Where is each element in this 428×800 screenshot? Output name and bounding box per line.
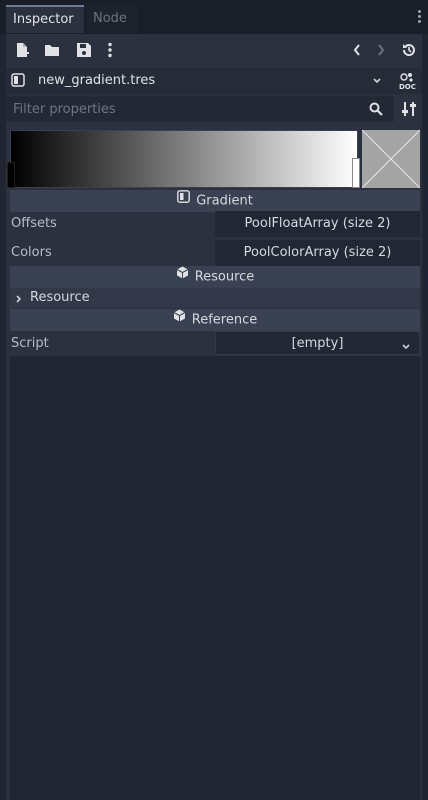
- resource-name: new_gradient.tres: [38, 73, 156, 88]
- filter-properties-input[interactable]: [7, 97, 393, 121]
- open-folder-icon[interactable]: [44, 42, 60, 58]
- tab-inspector[interactable]: Inspector: [6, 5, 84, 33]
- gradient-editor[interactable]: [7, 128, 421, 190]
- section-reference[interactable]: Reference: [10, 309, 420, 331]
- resource-subgroup[interactable]: Resource: [10, 288, 420, 308]
- forward-icon[interactable]: [376, 42, 386, 58]
- save-icon[interactable]: [76, 42, 92, 58]
- chevron-down-icon[interactable]: [372, 75, 382, 91]
- gradient-icon: [177, 189, 191, 211]
- new-resource-icon[interactable]: [14, 42, 30, 58]
- filter-properties-field[interactable]: [6, 96, 394, 122]
- open-docs-icon[interactable]: DOC: [398, 70, 418, 92]
- section-resource-label: Resource: [194, 269, 255, 285]
- history-icon[interactable]: [401, 42, 417, 58]
- more-icon[interactable]: [106, 42, 114, 58]
- resource-subgroup-label: Resource: [30, 290, 90, 305]
- reference-cube-icon: [173, 308, 186, 330]
- gradient-resource-icon: [11, 73, 25, 91]
- section-resource[interactable]: Resource: [10, 266, 420, 288]
- section-reference-label: Reference: [191, 312, 258, 328]
- search-icon: [369, 102, 383, 120]
- script-value-text: [empty]: [291, 336, 344, 351]
- gradient-color-preview[interactable]: [361, 129, 421, 189]
- colors-value[interactable]: PoolColorArray (size 2): [215, 240, 420, 266]
- tab-node[interactable]: Node: [86, 5, 138, 33]
- resource-selector[interactable]: new_gradient.tres DOC: [6, 68, 422, 94]
- inspector-empty-area: [10, 356, 420, 800]
- script-value[interactable]: [empty]: [215, 331, 420, 355]
- inspector-toolbar: [6, 34, 422, 66]
- dock-tab-bar: Inspector Node: [0, 0, 428, 34]
- dock-menu-icon[interactable]: [416, 10, 422, 26]
- property-settings-icon[interactable]: [402, 101, 416, 121]
- offsets-label: Offsets: [11, 216, 57, 231]
- section-gradient[interactable]: Gradient: [10, 190, 420, 212]
- filter-row: [6, 96, 422, 122]
- back-icon[interactable]: [352, 42, 362, 58]
- gradient-stop-start[interactable]: [7, 162, 15, 188]
- inspector-panel: new_gradient.tres DOC Gradient: [6, 34, 422, 800]
- gradient-preview-bar[interactable]: [10, 130, 358, 188]
- script-label: Script: [11, 336, 49, 351]
- resource-cube-icon: [176, 265, 189, 287]
- offsets-value[interactable]: PoolFloatArray (size 2): [215, 211, 420, 237]
- doc-label: DOC: [399, 83, 416, 91]
- section-gradient-label: Gradient: [196, 193, 253, 209]
- colors-label: Colors: [11, 245, 52, 260]
- gradient-stop-end[interactable]: [352, 158, 360, 188]
